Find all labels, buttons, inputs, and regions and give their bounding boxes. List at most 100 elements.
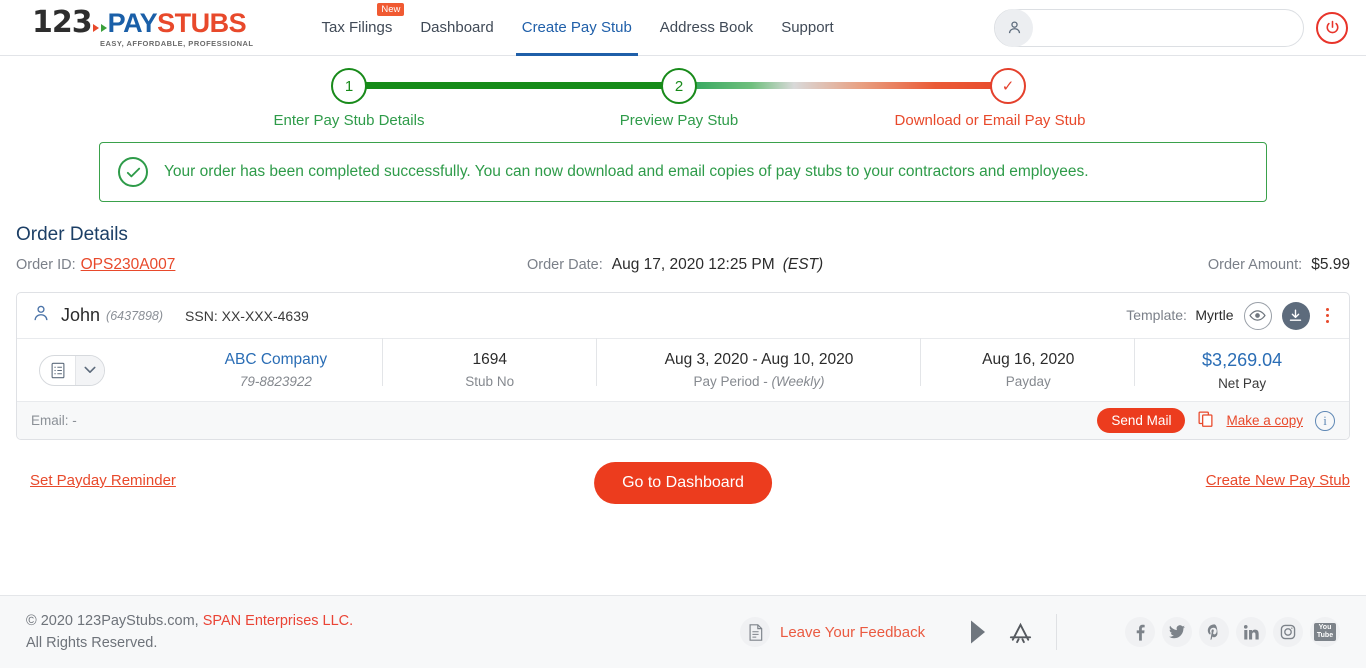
pay-period-frequency: (Weekly) (771, 374, 825, 389)
twitter-icon[interactable] (1162, 617, 1192, 647)
stub-number-label: Stub No (465, 374, 515, 389)
success-alert: Your order has been completed successful… (99, 142, 1267, 202)
user-account-field[interactable] (994, 8, 1304, 47)
company-cell: ABC Company 79-8823922 (169, 338, 383, 389)
app-store-links (966, 618, 1034, 646)
stepper-label-2: Preview Pay Stub (619, 112, 739, 129)
nav-item-address-book[interactable]: Address Book (646, 0, 767, 56)
site-footer: © 2020 123PayStubs.com, SPAN Enterprises… (0, 595, 1366, 668)
logo-arrow-icon (92, 23, 99, 32)
set-payday-reminder-link[interactable]: Set Payday Reminder (30, 472, 176, 489)
order-date-label: Order Date: (527, 257, 603, 273)
youtube-icon[interactable]: You Tube (1310, 617, 1340, 647)
stepper-node-3[interactable]: ✓ (990, 68, 1026, 104)
page-title: Order Details (16, 224, 128, 245)
order-id-link[interactable]: OPS230A007 (81, 256, 176, 274)
download-icon[interactable] (1281, 301, 1310, 330)
net-pay-value: $3,269.04 (1202, 349, 1283, 370)
facebook-icon[interactable] (1125, 617, 1155, 647)
go-to-dashboard-button[interactable]: Go to Dashboard (594, 462, 772, 504)
pinterest-icon[interactable] (1199, 617, 1229, 647)
logo-123: 123 (32, 4, 93, 40)
stepper-node-2-marker: 2 (674, 77, 684, 95)
success-alert-message: Your order has been completed successful… (164, 163, 1089, 180)
make-a-copy-link[interactable]: Make a copy (1226, 413, 1303, 428)
nav-label: Create Pay Stub (521, 19, 632, 36)
card-header-actions: Template: Myrtle (1126, 301, 1336, 330)
copyright-text: © 2020 123PayStubs.com, (26, 612, 203, 629)
stub-detail-toggle[interactable] (39, 354, 105, 386)
nav-new-badge: New (377, 2, 405, 16)
instagram-icon[interactable] (1273, 617, 1303, 647)
net-pay-cell: $3,269.04 Net Pay (1135, 350, 1349, 391)
template-value: Myrtle (1195, 306, 1234, 323)
info-icon[interactable]: i (1315, 410, 1335, 431)
template-group: Template: Myrtle (1126, 307, 1233, 325)
brand-logo[interactable]: 123 PAY STUBS EASY, AFFORDABLE, PROFESSI… (32, 4, 254, 48)
stepper-node-1-marker: 1 (344, 77, 354, 95)
email-value: Email: - (31, 413, 77, 428)
nav-item-create-pay-stub[interactable]: Create Pay Stub (508, 0, 646, 56)
nav-label: Tax Filings (321, 19, 393, 36)
nav-item-dashboard[interactable]: Dashboard (406, 0, 507, 56)
payday-cell: Aug 16, 2020 Payday (921, 338, 1135, 389)
company-name[interactable]: ABC Company (175, 351, 377, 369)
employee-ssn: SSN: XX-XXX-4639 (185, 307, 309, 324)
google-play-icon[interactable] (966, 618, 994, 646)
pay-stub-card: John (6437898) SSN: XX-XXX-4639 Template… (16, 292, 1350, 440)
pay-stub-card-footer: Email: - Send Mail Make a copy i (17, 401, 1349, 439)
template-label: Template: (1126, 306, 1187, 323)
stepper-segment-2 (679, 82, 1008, 89)
send-mail-button[interactable]: Send Mail (1097, 408, 1186, 433)
document-list-icon (40, 355, 76, 385)
span-enterprises-link[interactable]: SPAN Enterprises LLC. (203, 613, 353, 629)
card-footer-actions: Send Mail Make a copy i (1097, 408, 1335, 433)
order-amount-value: $5.99 (1311, 256, 1350, 273)
page-actions: Set Payday Reminder Go to Dashboard Crea… (16, 462, 1350, 524)
logo-stubs: STUBS (157, 7, 247, 38)
logo-arrow-icon (100, 23, 107, 32)
kebab-dot (1325, 319, 1329, 324)
nav-item-support[interactable]: Support (767, 0, 848, 56)
order-date-value: Aug 17, 2020 12:25 PM (611, 256, 775, 273)
preview-eye-icon[interactable] (1243, 301, 1272, 330)
employee-name: John (61, 305, 101, 325)
nav-label: Support (781, 19, 834, 36)
copyright-line-1: © 2020 123PayStubs.com, SPAN Enterprises… (26, 610, 353, 632)
pay-stub-card-header: John (6437898) SSN: XX-XXX-4639 Template… (17, 293, 1349, 339)
site-header: 123 PAY STUBS EASY, AFFORDABLE, PROFESSI… (0, 0, 1366, 56)
kebab-dot (1325, 307, 1329, 312)
create-new-pay-stub-link[interactable]: Create New Pay Stub (1206, 472, 1350, 489)
stepper-segment-1 (349, 82, 679, 89)
stub-number-value: 1694 (472, 351, 507, 368)
kebab-dot (1325, 313, 1329, 318)
linkedin-icon[interactable] (1236, 617, 1266, 647)
pay-period-value: Aug 3, 2020 - Aug 10, 2020 (664, 351, 854, 368)
stepper-node-2[interactable]: 2 (661, 68, 697, 104)
payday-label: Payday (1005, 374, 1051, 389)
pay-period-label: Pay Period - (693, 374, 772, 389)
social-links: You Tube (1125, 617, 1340, 647)
kebab-menu-icon[interactable] (1320, 304, 1336, 328)
copyright-block: © 2020 123PayStubs.com, SPAN Enterprises… (26, 610, 353, 655)
leave-feedback-button[interactable]: Leave Your Feedback (740, 617, 925, 647)
stepper-node-1[interactable]: 1 (331, 68, 367, 104)
main-nav: Tax Filings New Dashboard Create Pay Stu… (307, 0, 847, 56)
order-date-group: Order Date: Aug 17, 2020 12:25 PM (EST) (527, 256, 823, 274)
stepper-node-3-marker: ✓ (1001, 78, 1015, 95)
header-right-group (994, 8, 1348, 47)
logo-tagline: EASY, AFFORDABLE, PROFESSIONAL (100, 38, 254, 48)
net-pay-label: Net Pay (1218, 375, 1267, 391)
order-amount-label: Order Amount: (1207, 257, 1303, 273)
employee-id: (6437898) (106, 308, 164, 323)
app-store-icon[interactable] (1006, 618, 1034, 646)
stepper-label-1: Enter Pay Stub Details (273, 112, 425, 129)
chevron-down-icon (76, 355, 104, 385)
logout-button[interactable] (1316, 11, 1348, 44)
nav-item-tax-filings[interactable]: Tax Filings New (307, 0, 406, 56)
youtube-glyph: You Tube (1313, 622, 1337, 642)
footer-divider (1056, 614, 1057, 650)
pay-period-cell: Aug 3, 2020 - Aug 10, 2020 Pay Period - … (597, 338, 922, 389)
copy-icon[interactable] (1197, 410, 1214, 432)
feedback-document-icon (740, 617, 770, 647)
